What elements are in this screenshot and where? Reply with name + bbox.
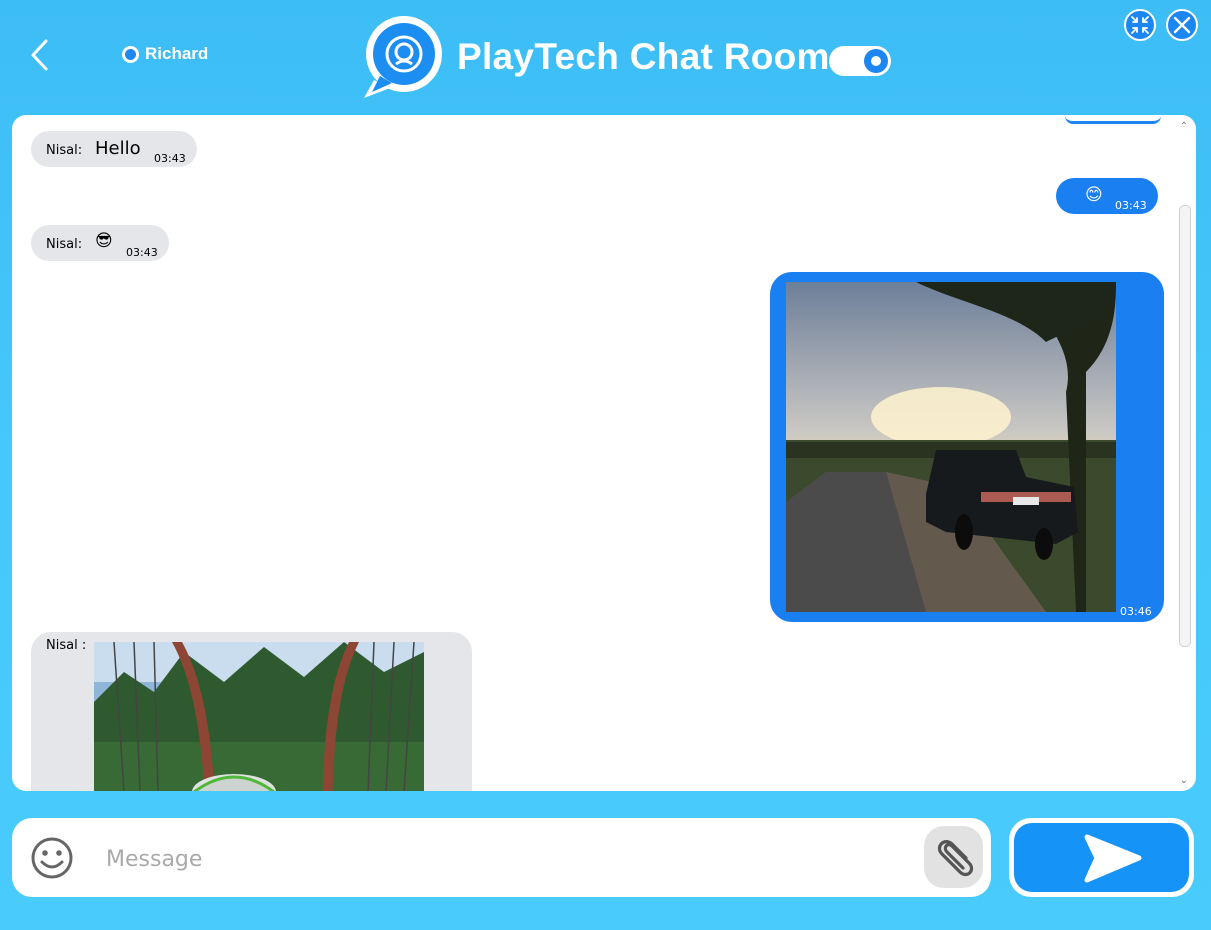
message-time: 03:43 xyxy=(126,246,158,259)
sender-name: Nisal : xyxy=(46,638,87,653)
scroll-thumb[interactable] xyxy=(1179,205,1191,647)
close-window-button[interactable] xyxy=(1165,8,1199,42)
online-status-icon xyxy=(122,45,139,63)
scroll-down-icon[interactable]: ⌄ xyxy=(1178,775,1190,787)
message-time: 03:43 xyxy=(1115,199,1147,212)
image-message-incoming: Nisal : xyxy=(31,632,472,791)
user-status: Richard xyxy=(122,44,208,64)
smile-emoji-message: 😊 xyxy=(1085,185,1103,205)
page-title: PlayTech Chat Room xyxy=(457,36,830,77)
send-button-face xyxy=(1014,823,1189,892)
message-bubble-incoming: Nisal: Hello 03:43 xyxy=(31,131,197,167)
back-button[interactable] xyxy=(26,38,56,72)
chat-scrollbar[interactable]: ⌃ ⌄ xyxy=(1178,121,1191,787)
send-button[interactable] xyxy=(1009,818,1194,897)
message-composer xyxy=(12,818,991,897)
message-bubble-outgoing: 😊 03:43 xyxy=(1056,178,1158,214)
app-logo-icon xyxy=(364,16,442,98)
theme-toggle[interactable] xyxy=(829,46,891,76)
previous-message-edge xyxy=(1065,115,1161,124)
toggle-knob-icon xyxy=(864,49,888,73)
sender-name: Nisal: xyxy=(46,237,83,252)
chat-messages-panel[interactable]: Nisal: Hello 03:43 😊 03:43 Nisal: 😎 03:4… xyxy=(12,115,1196,791)
image-message-outgoing: 03:46 xyxy=(770,272,1164,622)
car-on-road-photo[interactable] xyxy=(786,282,1116,612)
message-text: Hello xyxy=(95,138,141,159)
username-label: Richard xyxy=(145,44,209,63)
sender-name: Nisal: xyxy=(46,143,83,158)
sunglasses-emoji-message: 😎 xyxy=(95,231,113,251)
send-arrow-icon xyxy=(1084,834,1142,883)
message-time: 03:46 xyxy=(1120,605,1152,618)
scroll-up-icon[interactable]: ⌃ xyxy=(1178,121,1190,133)
message-input[interactable] xyxy=(104,838,908,880)
minimize-window-button[interactable] xyxy=(1123,8,1157,42)
message-time: 03:43 xyxy=(154,152,186,165)
car-on-bridge-photo[interactable] xyxy=(94,642,424,791)
attach-file-button[interactable] xyxy=(924,826,983,888)
emoji-picker-button[interactable] xyxy=(30,836,74,880)
paperclip-icon xyxy=(937,840,974,877)
message-bubble-incoming: Nisal: 😎 03:43 xyxy=(31,225,169,261)
